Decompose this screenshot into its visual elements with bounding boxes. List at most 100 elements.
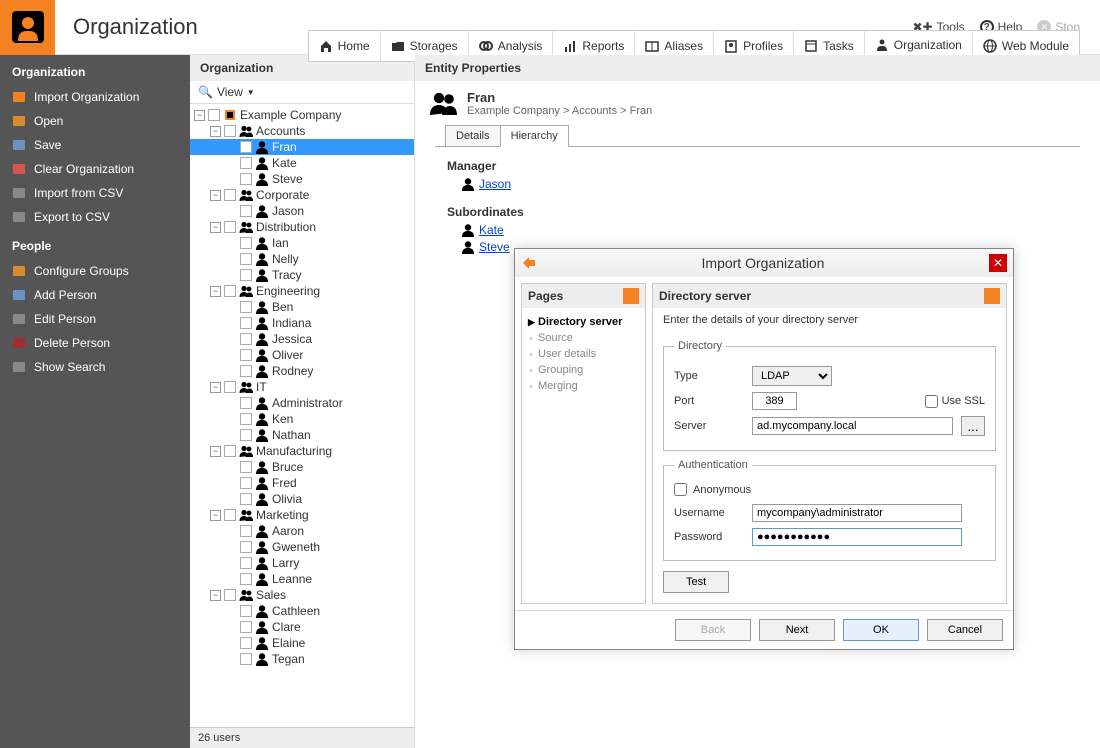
anonymous-checkbox[interactable] <box>674 483 687 496</box>
password-input[interactable] <box>752 528 962 546</box>
tree-checkbox[interactable] <box>224 381 236 393</box>
tree-checkbox[interactable] <box>240 541 252 553</box>
tree-checkbox[interactable] <box>240 173 252 185</box>
tree-node[interactable]: Nelly <box>190 251 414 267</box>
tree-checkbox[interactable] <box>240 525 252 537</box>
sidebar-item-configure-groups[interactable]: Configure Groups <box>0 259 190 283</box>
tree-node[interactable]: −Manufacturing <box>190 443 414 459</box>
sidebar-item-add-person[interactable]: Add Person <box>0 283 190 307</box>
tree-node[interactable]: −Sales <box>190 587 414 603</box>
tree-node[interactable]: Cathleen <box>190 603 414 619</box>
tree-toggle[interactable]: − <box>210 126 221 137</box>
tree-node[interactable]: Ken <box>190 411 414 427</box>
tree-toggle[interactable]: − <box>210 222 221 233</box>
ok-button[interactable]: OK <box>843 619 919 641</box>
use-ssl-checkbox[interactable] <box>925 395 938 408</box>
close-button[interactable]: ✕ <box>989 254 1007 272</box>
test-button[interactable]: Test <box>663 571 729 593</box>
wizard-page-source[interactable]: ◦Source <box>528 330 639 346</box>
wizard-page-grouping[interactable]: ◦Grouping <box>528 362 639 378</box>
cancel-button[interactable]: Cancel <box>927 619 1003 641</box>
tree-node[interactable]: Kate <box>190 155 414 171</box>
sidebar-item-delete-person[interactable]: Delete Person <box>0 331 190 355</box>
sidebar-item-export-to-csv[interactable]: Export to CSV <box>0 205 190 229</box>
tree-checkbox[interactable] <box>240 637 252 649</box>
tree-node[interactable]: Oliver <box>190 347 414 363</box>
port-input[interactable] <box>752 392 797 410</box>
sidebar-item-save[interactable]: Save <box>0 133 190 157</box>
username-input[interactable] <box>752 504 962 522</box>
tree-node[interactable]: Leanne <box>190 571 414 587</box>
wizard-page-user-details[interactable]: ◦User details <box>528 346 639 362</box>
tree-checkbox[interactable] <box>240 253 252 265</box>
tree-toggle[interactable]: − <box>210 190 221 201</box>
wizard-page-directory-server[interactable]: ▶Directory server <box>528 314 639 330</box>
tree-checkbox[interactable] <box>224 445 236 457</box>
tree-checkbox[interactable] <box>240 269 252 281</box>
tree-node[interactable]: Rodney <box>190 363 414 379</box>
sidebar-item-edit-person[interactable]: Edit Person <box>0 307 190 331</box>
tree-checkbox[interactable] <box>240 333 252 345</box>
tree-checkbox[interactable] <box>240 653 252 665</box>
tree-checkbox[interactable] <box>240 365 252 377</box>
tree-node[interactable]: −Engineering <box>190 283 414 299</box>
browse-server-button[interactable]: ... <box>961 416 985 436</box>
tree-checkbox[interactable] <box>240 141 252 153</box>
tree-node[interactable]: Gweneth <box>190 539 414 555</box>
tree-checkbox[interactable] <box>240 493 252 505</box>
tree-checkbox[interactable] <box>240 429 252 441</box>
tree-checkbox[interactable] <box>240 157 252 169</box>
tree-checkbox[interactable] <box>240 349 252 361</box>
tree-checkbox[interactable] <box>240 557 252 569</box>
wizard-page-merging[interactable]: ◦Merging <box>528 378 639 394</box>
type-select[interactable]: LDAP <box>752 366 832 386</box>
sidebar-item-import-from-csv[interactable]: Import from CSV <box>0 181 190 205</box>
tree-node[interactable]: Olivia <box>190 491 414 507</box>
tree-node[interactable]: Steve <box>190 171 414 187</box>
tree-toggle[interactable]: − <box>210 382 221 393</box>
sidebar-item-clear-organization[interactable]: Clear Organization <box>0 157 190 181</box>
tree-checkbox[interactable] <box>224 221 236 233</box>
sidebar-item-show-search[interactable]: Show Search <box>0 355 190 379</box>
tree-node[interactable]: −Marketing <box>190 507 414 523</box>
tree-toggle[interactable]: − <box>194 110 205 121</box>
tree-checkbox[interactable] <box>240 621 252 633</box>
tree-checkbox[interactable] <box>240 317 252 329</box>
tree-node[interactable]: Tegan <box>190 651 414 667</box>
subordinate-link[interactable]: Kate <box>479 223 504 237</box>
tree-checkbox[interactable] <box>224 125 236 137</box>
tree-checkbox[interactable] <box>240 237 252 249</box>
tree-node[interactable]: Administrator <box>190 395 414 411</box>
tree-node[interactable]: −IT <box>190 379 414 395</box>
tree-checkbox[interactable] <box>240 461 252 473</box>
tree-node[interactable]: Bruce <box>190 459 414 475</box>
tree-checkbox[interactable] <box>240 605 252 617</box>
tree-node[interactable]: Aaron <box>190 523 414 539</box>
tree-node[interactable]: Jason <box>190 203 414 219</box>
tree-node[interactable]: Tracy <box>190 267 414 283</box>
sidebar-item-import-organization[interactable]: Import Organization <box>0 85 190 109</box>
sidebar-item-open[interactable]: Open <box>0 109 190 133</box>
tree-checkbox[interactable] <box>208 109 220 121</box>
tab-hierarchy[interactable]: Hierarchy <box>500 125 569 147</box>
tree-toggle[interactable]: − <box>210 510 221 521</box>
tree-checkbox[interactable] <box>240 573 252 585</box>
tab-details[interactable]: Details <box>445 125 501 147</box>
server-input[interactable] <box>752 417 953 435</box>
nav-home[interactable]: Home <box>309 31 381 61</box>
tree-node[interactable]: Ben <box>190 299 414 315</box>
next-button[interactable]: Next <box>759 619 835 641</box>
tree-checkbox[interactable] <box>240 301 252 313</box>
tree-node[interactable]: Clare <box>190 619 414 635</box>
tree-checkbox[interactable] <box>224 509 236 521</box>
view-dropdown[interactable]: 🔍 View ▼ <box>190 81 414 104</box>
tree-checkbox[interactable] <box>224 285 236 297</box>
tree-node[interactable]: Indiana <box>190 315 414 331</box>
tree-node[interactable]: −Corporate <box>190 187 414 203</box>
tree-checkbox[interactable] <box>224 589 236 601</box>
tree-node[interactable]: −Accounts <box>190 123 414 139</box>
tree-checkbox[interactable] <box>224 189 236 201</box>
tree-node[interactable]: −Distribution <box>190 219 414 235</box>
tree-node[interactable]: Larry <box>190 555 414 571</box>
tree-node[interactable]: Elaine <box>190 635 414 651</box>
